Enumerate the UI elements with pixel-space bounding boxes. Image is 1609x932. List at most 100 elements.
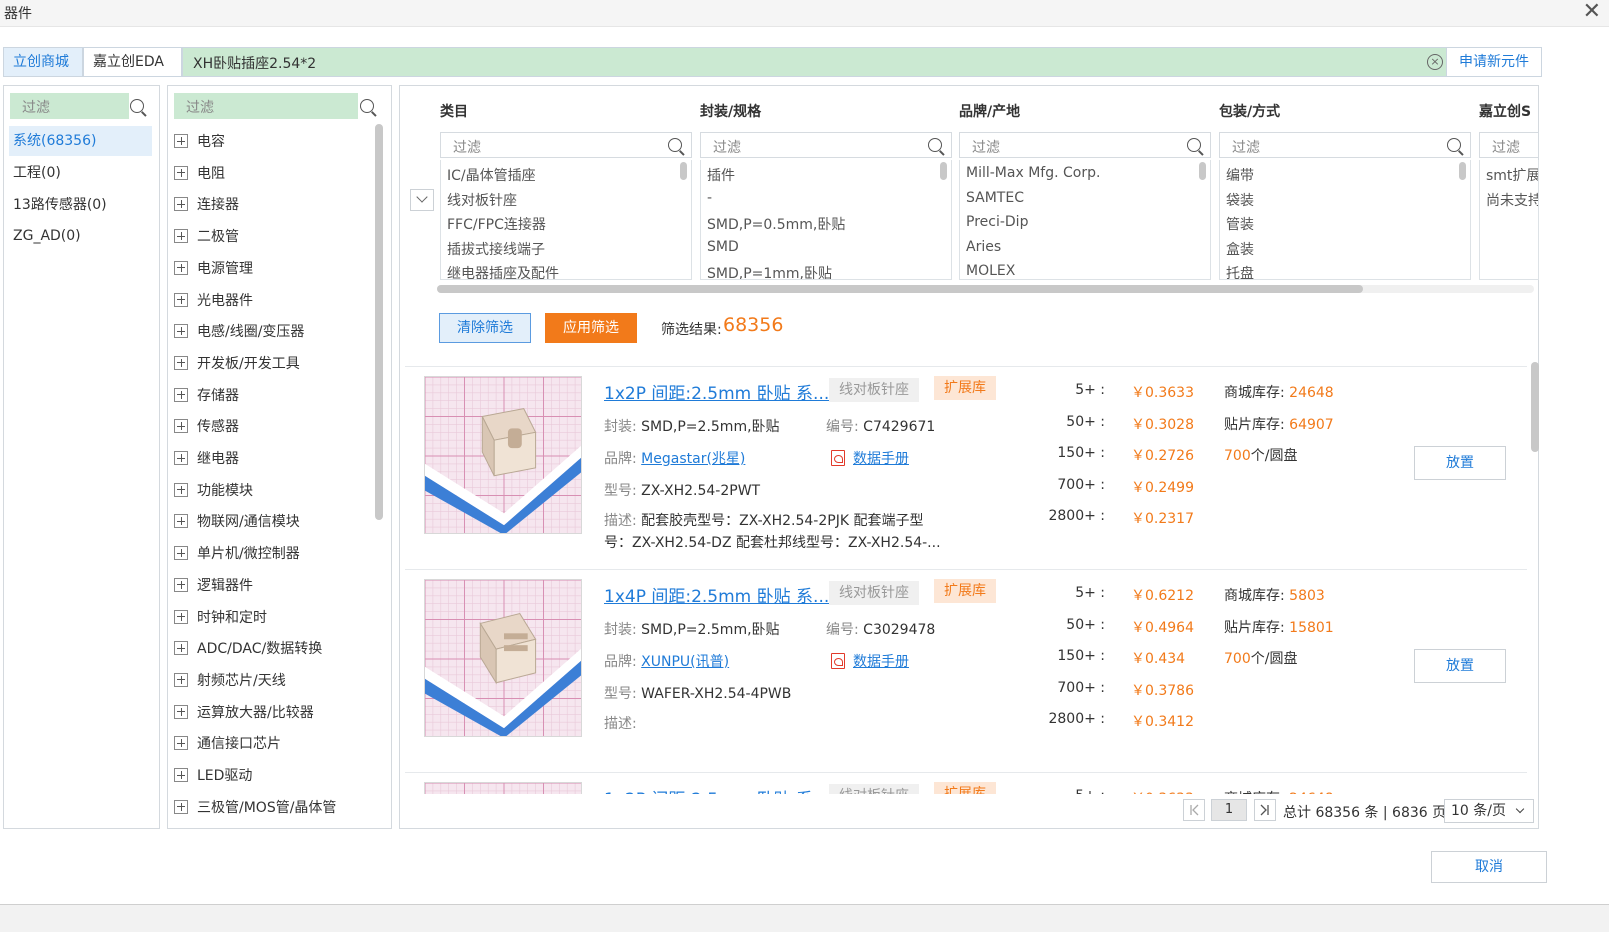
filter-column-input[interactable]: 过滤 <box>700 132 952 158</box>
filter-option[interactable]: 继电器插座及配件 <box>447 263 559 279</box>
filter-option[interactable]: MOLEX <box>966 263 1015 279</box>
last-page-icon[interactable] <box>1254 799 1276 821</box>
filter-option[interactable]: FFC/FPC连接器 <box>447 214 546 234</box>
page-size-select[interactable]: 10 条/页 <box>1444 799 1534 823</box>
category-scrollbar[interactable] <box>375 124 383 520</box>
expand-plus-icon[interactable] <box>174 324 188 339</box>
category-item[interactable]: 光电器件 <box>174 289 253 313</box>
filter-column-search-icon[interactable] <box>1447 138 1461 152</box>
expand-plus-icon[interactable] <box>174 799 188 814</box>
filter-option[interactable]: Mill-Max Mfg. Corp. <box>966 165 1100 181</box>
category-item[interactable]: 单片机/微控制器 <box>174 542 300 566</box>
filter-option[interactable]: 管装 <box>1226 214 1254 234</box>
expand-plus-icon[interactable] <box>174 387 188 402</box>
product-name-link[interactable]: 1x2P 间距:2.5mm 卧贴 系... <box>604 379 829 404</box>
product-list-scrollbar[interactable] <box>1531 362 1539 452</box>
category-item[interactable]: 开发板/开发工具 <box>174 352 300 376</box>
product-name-link[interactable]: 1x2P 间距:2.5mm 卧贴 系... <box>604 785 829 794</box>
filter-column-search-icon[interactable] <box>668 138 682 152</box>
category-item[interactable]: 射频芯片/天线 <box>174 669 286 693</box>
expand-plus-icon[interactable] <box>174 768 188 782</box>
expand-plus-icon[interactable] <box>174 609 188 624</box>
filter-option[interactable]: IC/晶体管插座 <box>447 165 536 185</box>
clear-search-icon[interactable]: × <box>1427 54 1443 70</box>
product-name-link[interactable]: 1x4P 间距:2.5mm 卧贴 系... <box>604 582 829 607</box>
expand-plus-icon[interactable] <box>174 355 188 370</box>
expand-plus-icon[interactable] <box>174 260 188 275</box>
filter-option[interactable]: Preci-Dip <box>966 214 1028 230</box>
expand-plus-icon[interactable] <box>174 165 188 180</box>
filter-column-input[interactable]: 过滤 <box>1219 132 1471 158</box>
category-item[interactable]: LED驱动 <box>174 764 252 788</box>
cancel-button[interactable]: 取消 <box>1431 851 1547 883</box>
category-item[interactable]: 电感/线圈/变压器 <box>174 320 304 344</box>
category-item[interactable]: 运算放大器/比较器 <box>174 701 314 725</box>
apply-filter-button[interactable]: 应用筛选 <box>545 313 637 343</box>
expand-plus-icon[interactable] <box>174 197 188 212</box>
expand-plus-icon[interactable] <box>174 736 188 751</box>
filter-option[interactable]: SMD <box>707 239 739 255</box>
filter-option-scrollbar[interactable] <box>680 162 687 180</box>
category-item[interactable]: 存储器 <box>174 384 239 408</box>
category-item[interactable]: 逻辑器件 <box>174 574 253 598</box>
library-item-13-sensor[interactable]: 13路传感器(0) <box>9 190 152 220</box>
filter-column-input[interactable]: 过滤 <box>959 132 1211 158</box>
brand-link[interactable]: XUNPU(讯普) <box>641 654 729 670</box>
category-item[interactable]: 传感器 <box>174 415 239 439</box>
category-filter-search-icon[interactable] <box>360 99 374 113</box>
category-filter-input[interactable]: 过滤 <box>174 93 358 119</box>
category-item[interactable]: 二极管 <box>174 225 239 249</box>
library-item-system[interactable]: 系统(68356) <box>9 126 152 156</box>
expand-plus-icon[interactable] <box>174 419 188 434</box>
filter-option[interactable]: 编带 <box>1226 165 1254 185</box>
filter-column-search-icon[interactable] <box>1187 138 1201 152</box>
filter-option[interactable]: 插件 <box>707 165 735 185</box>
expand-plus-icon[interactable] <box>174 451 188 465</box>
filter-column-input[interactable]: 过滤 <box>1479 132 1539 158</box>
datasheet-link[interactable]: 数据手册 <box>853 451 909 467</box>
library-filter-search-icon[interactable] <box>130 99 144 113</box>
library-item-project[interactable]: 工程(0) <box>9 158 152 188</box>
filter-option[interactable]: Aries <box>966 239 1001 255</box>
filter-option[interactable]: 托盘 <box>1226 263 1254 279</box>
current-page[interactable]: 1 <box>1211 799 1247 821</box>
filter-option[interactable]: 尚未支持 <box>1486 190 1538 210</box>
place-button[interactable]: 放置 <box>1414 446 1506 480</box>
library-item-zg-ad[interactable]: ZG_AD(0) <box>9 221 152 251</box>
filter-option[interactable]: - <box>707 190 712 206</box>
filter-option[interactable]: SAMTEC <box>966 190 1024 206</box>
filter-option[interactable]: 袋装 <box>1226 190 1254 210</box>
expand-plus-icon[interactable] <box>174 704 188 719</box>
datasheet-link[interactable]: 数据手册 <box>853 654 909 670</box>
first-page-icon[interactable] <box>1183 799 1205 821</box>
tab-jlc-eda[interactable]: 嘉立创EDA <box>83 47 182 77</box>
expand-filters-chevron-icon[interactable] <box>410 189 434 211</box>
expand-plus-icon[interactable] <box>174 482 188 497</box>
filter-hscrollbar[interactable] <box>437 285 1363 293</box>
category-item[interactable]: 继电器 <box>174 447 239 471</box>
tab-lcsc-mall[interactable]: 立创商城 <box>3 47 83 77</box>
category-item[interactable]: 时钟和定时 <box>174 606 267 630</box>
clear-filter-button[interactable]: 清除筛选 <box>439 313 531 343</box>
category-item[interactable]: 物联网/通信模块 <box>174 510 300 534</box>
place-button[interactable]: 放置 <box>1414 649 1506 683</box>
filter-column-input[interactable]: 过滤 <box>440 132 692 158</box>
filter-option-scrollbar[interactable] <box>1199 162 1206 180</box>
expand-plus-icon[interactable] <box>174 641 188 656</box>
library-filter-input[interactable]: 过滤 <box>10 93 129 119</box>
close-icon[interactable]: ✕ <box>1583 0 1601 24</box>
category-item[interactable]: 三极管/MOS管/晶体管 <box>174 796 336 820</box>
request-new-part-button[interactable]: 申请新元件 <box>1446 47 1542 77</box>
filter-option-scrollbar[interactable] <box>940 162 947 180</box>
expand-plus-icon[interactable] <box>174 292 188 307</box>
filter-option-scrollbar[interactable] <box>1459 162 1466 180</box>
category-item[interactable]: 功能模块 <box>174 479 253 503</box>
expand-plus-icon[interactable] <box>174 577 188 592</box>
expand-plus-icon[interactable] <box>174 229 188 244</box>
category-item[interactable]: 电源管理 <box>174 257 253 281</box>
category-item[interactable]: 电容 <box>174 130 225 154</box>
expand-plus-icon[interactable] <box>174 546 188 561</box>
category-item[interactable]: 通信接口芯片 <box>174 732 281 756</box>
filter-option[interactable]: smt扩展 <box>1486 165 1538 185</box>
category-item[interactable]: 电阻 <box>174 162 225 186</box>
